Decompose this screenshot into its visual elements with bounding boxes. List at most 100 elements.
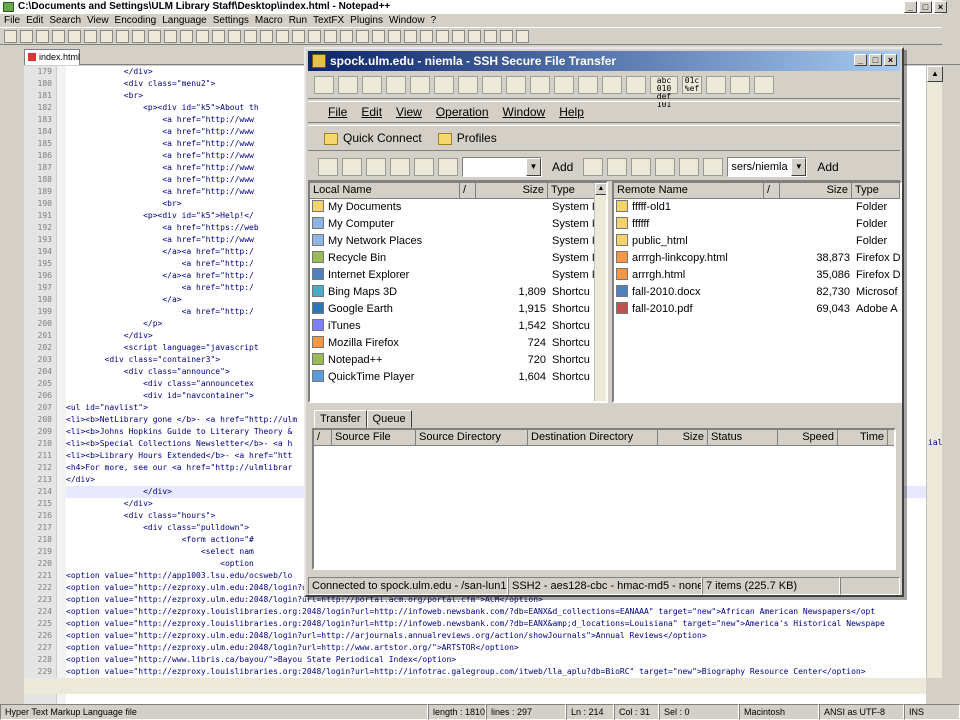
local-delete-icon[interactable] [438, 157, 458, 176]
local-refresh-icon[interactable] [390, 157, 410, 176]
chevron-down-icon[interactable]: ▼ [791, 157, 807, 176]
ssh-menu-item[interactable]: Operation [436, 102, 489, 122]
npp-menu-item[interactable]: Macro [255, 14, 283, 27]
file-row[interactable]: Notepad++ 720 Shortcu [310, 352, 606, 369]
file-row[interactable]: fffff-old1 Folder [614, 199, 900, 216]
npp-menu-item[interactable]: Window [389, 14, 425, 27]
local-vertical-scrollbar[interactable]: ▲ [594, 183, 606, 401]
file-row[interactable]: Internet Explorer System I [310, 267, 606, 284]
scroll-up-icon[interactable]: ▲ [927, 66, 943, 82]
remote-delete-icon[interactable] [703, 157, 724, 176]
ssh-menu-item[interactable]: File [328, 102, 347, 122]
tab-transfer[interactable]: Transfer [314, 410, 367, 428]
transfer-time-header[interactable]: Time [838, 430, 888, 445]
save-icon[interactable] [36, 30, 49, 43]
doc-map-icon[interactable] [356, 30, 369, 43]
local-name-header[interactable]: Local Name [310, 183, 460, 198]
close-icon[interactable]: × [884, 54, 897, 66]
terminal-icon[interactable] [530, 76, 550, 94]
chevron-down-icon[interactable]: ▼ [526, 157, 541, 176]
small-icons-icon[interactable] [578, 76, 598, 94]
key-icon[interactable] [458, 76, 478, 94]
remote-add-button[interactable]: Add [811, 160, 844, 174]
ssh-menu-item[interactable]: Help [559, 102, 584, 122]
translate-icon[interactable] [516, 30, 529, 43]
minimize-icon[interactable]: _ [854, 54, 867, 66]
function-list-icon[interactable] [372, 30, 385, 43]
maximize-icon[interactable]: □ [919, 1, 932, 13]
npp-menu-item[interactable]: Run [289, 14, 307, 27]
remote-file-pane[interactable]: Remote Name / Size Type fffff-old1 Folder… [612, 181, 902, 403]
transfer-size-header[interactable]: Size [658, 430, 708, 445]
details-icon[interactable] [626, 76, 646, 94]
npp-menu-item[interactable]: Search [49, 14, 81, 27]
play-multiple-icon[interactable] [452, 30, 465, 43]
file-row[interactable]: iTunes 1,542 Shortcu [310, 318, 606, 335]
binary-mode-icon[interactable]: 01c %ef [682, 76, 702, 94]
local-new-folder-icon[interactable] [414, 157, 434, 176]
local-path-combo[interactable]: ▼ [462, 156, 542, 177]
print-icon[interactable] [362, 76, 382, 94]
tab-index-html[interactable]: index.html [24, 49, 80, 65]
local-size-header[interactable]: Size [476, 183, 548, 198]
minimize-icon[interactable]: _ [904, 1, 917, 13]
folder-workspace-icon[interactable] [388, 30, 401, 43]
remote-folder-icon[interactable] [631, 157, 652, 176]
file-row[interactable]: My Network Places System I [310, 233, 606, 250]
transfer-source-dir-header[interactable]: Source Directory [416, 430, 528, 445]
file-row[interactable]: Mozilla Firefox 724 Shortcu [310, 335, 606, 352]
remote-up-folder-icon[interactable] [583, 157, 604, 176]
close-file-icon[interactable] [68, 30, 81, 43]
code-line[interactable]: <option value="http://ezproxy.louislibra… [66, 666, 926, 678]
help-book-icon[interactable] [730, 76, 750, 94]
play-macro-icon[interactable] [436, 30, 449, 43]
npp-menu-item[interactable]: File [4, 14, 20, 27]
ssh-menu-item[interactable]: View [396, 102, 422, 122]
remote-path-combo[interactable]: sers/niemla ▼ [727, 156, 808, 177]
editor-vertical-scrollbar[interactable]: ▲ [926, 66, 943, 678]
ssh-menu-item[interactable]: Window [503, 102, 546, 122]
zoom-out-icon[interactable] [244, 30, 257, 43]
spell-check-icon[interactable] [484, 30, 497, 43]
npp-menu-item[interactable]: ? [431, 14, 437, 27]
code-line[interactable]: <option value="http://www.libris.ca/bayo… [66, 654, 926, 666]
file-row[interactable]: public_html Folder [614, 233, 900, 250]
editor-horizontal-scrollbar[interactable] [24, 678, 926, 694]
settings-icon[interactable] [434, 76, 454, 94]
file-row[interactable]: Recycle Bin System I [310, 250, 606, 267]
copy-icon[interactable] [386, 76, 406, 94]
record-macro-icon[interactable] [404, 30, 417, 43]
code-line[interactable]: <option value="http://ezproxy.louislibra… [66, 606, 926, 618]
word-wrap-icon[interactable] [292, 30, 305, 43]
npp-menu-item[interactable]: Encoding [115, 14, 157, 27]
list-icon[interactable] [602, 76, 622, 94]
local-add-button[interactable]: Add [546, 160, 579, 174]
print-icon[interactable] [100, 30, 113, 43]
maximize-icon[interactable]: □ [869, 54, 882, 66]
file-row[interactable]: Bing Maps 3D 1,809 Shortcu [310, 284, 606, 301]
profile-icon[interactable] [338, 76, 358, 94]
ascii-mode-icon[interactable]: abc 010 def 101 [650, 76, 678, 109]
local-type-header[interactable]: Type [548, 183, 596, 198]
local-file-pane[interactable]: Local Name / Size Type My Documents Syste… [308, 181, 608, 403]
save-icon[interactable] [314, 76, 334, 94]
paste-icon[interactable] [410, 76, 430, 94]
file-row[interactable]: My Documents System I [310, 199, 606, 216]
find-icon[interactable] [196, 30, 209, 43]
scroll-up-icon[interactable]: ▲ [595, 183, 606, 195]
file-row[interactable]: arrrgh.html 35,086 Firefox D [614, 267, 900, 284]
stop-macro-icon[interactable] [420, 30, 433, 43]
undo-icon[interactable] [164, 30, 177, 43]
close-all-icon[interactable] [84, 30, 97, 43]
redo-icon[interactable] [180, 30, 193, 43]
copy-icon[interactable] [132, 30, 145, 43]
remote-home-icon[interactable] [607, 157, 628, 176]
code-line[interactable]: <option value="http://ezproxy.louislibra… [66, 618, 926, 630]
sync-horizontal-icon[interactable] [276, 30, 289, 43]
npp-menu-item[interactable]: TextFX [313, 14, 344, 27]
show-all-chars-icon[interactable] [308, 30, 321, 43]
npp-menu-item[interactable]: Plugins [350, 14, 383, 27]
tab-queue[interactable]: Queue [366, 410, 412, 428]
indent-guide-icon[interactable] [324, 30, 337, 43]
udl-icon[interactable] [340, 30, 353, 43]
